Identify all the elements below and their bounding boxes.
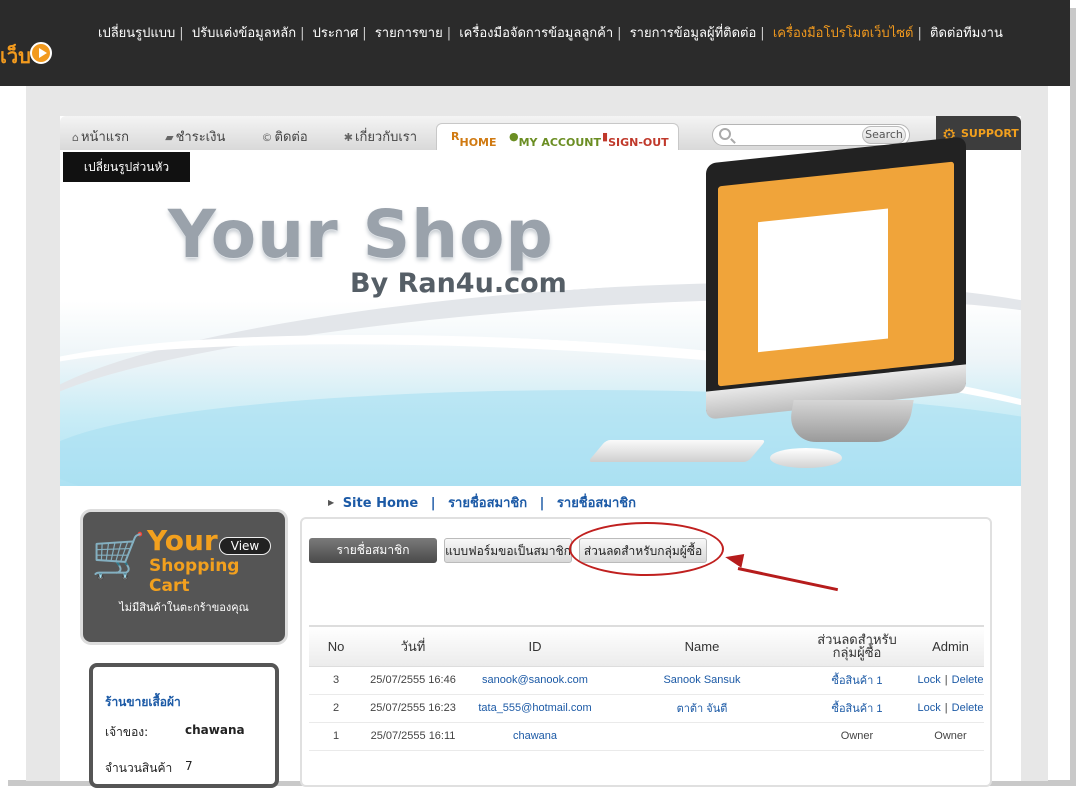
delete-link[interactable]: Delete <box>952 702 984 714</box>
cell-discount[interactable]: ซื้อสินค้า 1 <box>797 694 917 723</box>
search-button[interactable]: Search <box>862 126 906 144</box>
cell-discount[interactable]: ซื้อสินค้า 1 <box>797 666 917 695</box>
my-account-link[interactable]: ● MY ACCOUNT <box>509 130 601 149</box>
nav-contact[interactable]: © ติดต่อ <box>262 130 324 145</box>
menu-change-theme[interactable]: เปลี่ยนรูปแบบ <box>98 26 175 41</box>
breadcrumb-arrow-icon: ▶ <box>328 498 335 507</box>
shopping-cart-widget: 🛒 Your Shopping Cart View ไม่มีสินค้าในต… <box>83 512 285 642</box>
shop-name[interactable]: ร้านขายเสื้อผ้า <box>105 693 181 712</box>
col-id: ID <box>463 625 607 667</box>
cell-admin: Lock | Delete <box>917 666 984 695</box>
breadcrumb-site-home[interactable]: Site Home <box>343 496 419 511</box>
page-shadow-right <box>1070 8 1076 786</box>
tab-members[interactable]: รายชื่อสมาชิก <box>309 538 437 563</box>
owner-label: เจ้าของ: <box>105 725 149 739</box>
admin-menu: เปลี่ยนรูปแบบ | ปรับแต่งข้อมูลหลัก | ประกา… <box>98 26 1003 41</box>
cell-id[interactable]: sanook@sanook.com <box>463 666 607 695</box>
product-count-label: จำนวนสินค้า <box>105 761 173 775</box>
admin-topbar: เว็บ เปลี่ยนรูปแบบ | ปรับแต่งข้อมูลหลัก | … <box>0 0 1070 86</box>
mouse-image <box>770 448 842 468</box>
monitor-stand-image <box>786 400 914 442</box>
breadcrumb-members[interactable]: รายชื่อสมาชิก <box>448 496 527 511</box>
breadcrumb: ▶ Site Home | รายชื่อสมาชิก | รายชื่อสมา… <box>328 496 636 511</box>
cart-icon: 🛒 <box>91 531 146 582</box>
table-row: 2 25/07/2555 16:23 tata_555@hotmail.com … <box>309 694 984 723</box>
cart-your-label: Your <box>147 524 218 557</box>
col-admin: Admin <box>917 625 984 667</box>
cart-shopping-cart-label: Shopping Cart <box>149 556 240 596</box>
phone-icon: © <box>261 131 273 144</box>
shop-info-box: ร้านขายเสื้อผ้า เจ้าของ: chawana จำนวนสิ… <box>89 663 279 788</box>
banner-title: Your Shop <box>168 196 554 273</box>
members-table: No วันที่ ID Name ส่วนลดสำหรับกลุ่มผู้ซื… <box>309 625 984 751</box>
cell-no: 2 <box>309 694 363 723</box>
table-row: 3 25/07/2555 16:46 sanook@sanook.com San… <box>309 666 984 695</box>
search-icon <box>719 128 731 140</box>
product-count-value: 7 <box>185 759 193 773</box>
cell-name[interactable]: Sanook Sansuk <box>607 666 797 695</box>
nav-about-label: เกี่ยวกับเรา <box>355 130 418 145</box>
cell-discount: Owner <box>797 722 917 751</box>
cart-empty-message: ไม่มีสินค้าในตะกร้าของคุณ <box>119 601 249 614</box>
menu-sales[interactable]: รายการขาย <box>375 26 443 41</box>
keyboard-image <box>587 440 767 462</box>
monitor-image <box>706 136 966 420</box>
lock-link[interactable]: Lock <box>918 702 941 714</box>
col-date: วันที่ <box>363 625 463 667</box>
col-no: No <box>309 625 363 667</box>
change-header-button[interactable]: เปลี่ยนรูปส่วนหัว <box>63 152 190 182</box>
sign-out-label: SIGN-OUT <box>608 136 669 149</box>
my-account-label: MY ACCOUNT <box>518 136 602 149</box>
cell-no: 1 <box>309 722 363 751</box>
home-icon: ⌂ <box>72 131 79 144</box>
menu-contacts[interactable]: รายการข้อมูลผู้ที่ติดต่อ <box>630 26 757 41</box>
play-icon[interactable] <box>30 42 52 64</box>
cell-name[interactable]: ตาต้า จันตี <box>607 694 797 723</box>
owner-value: chawana <box>185 723 245 737</box>
admin-logo-text: เว็บ <box>0 44 31 68</box>
breadcrumb-members-current[interactable]: รายชื่อสมาชิก <box>557 496 636 511</box>
sign-out-link[interactable]: ▮ SIGN-OUT <box>602 130 669 149</box>
cell-id[interactable]: tata_555@hotmail.com <box>463 694 607 723</box>
cell-name[interactable] <box>607 722 797 751</box>
nav-home[interactable]: ⌂ หน้าแรก <box>72 130 145 145</box>
cell-date: 25/07/2555 16:11 <box>363 722 463 751</box>
col-discount: ส่วนลดสำหรับกลุ่มผู้ซื้อ <box>797 625 917 667</box>
account-tab: R HOME ● MY ACCOUNT ▮ SIGN-OUT <box>436 123 679 150</box>
cell-no: 3 <box>309 666 363 695</box>
table-header-row: No วันที่ ID Name ส่วนลดสำหรับกลุ่มผู้ซื… <box>309 625 984 667</box>
highlight-ellipse <box>569 522 724 576</box>
menu-customer-tools[interactable]: เครื่องมือจัดการข้อมูลลูกค้า <box>459 26 613 41</box>
nav-about[interactable]: ✱ เกี่ยวกับเรา <box>344 130 433 145</box>
about-icon: ✱ <box>343 131 353 144</box>
cart-view-button[interactable]: View <box>219 537 271 555</box>
table-row: 1 25/07/2555 16:11 chawana Owner Owner <box>309 722 984 751</box>
lock-link[interactable]: Lock <box>918 674 941 686</box>
col-name: Name <box>607 625 797 667</box>
nav-payment-label: ชำระเงิน <box>175 130 226 145</box>
cell-date: 25/07/2555 16:23 <box>363 694 463 723</box>
nav-home-label: หน้าแรก <box>80 130 129 145</box>
col-discount-label: ส่วนลดสำหรับกลุ่มผู้ซื้อ <box>817 631 897 660</box>
nav-contact-label: ติดต่อ <box>274 130 308 145</box>
cell-id[interactable]: chawana <box>463 722 607 751</box>
nav-payment[interactable]: ▰ ชำระเงิน <box>165 130 241 145</box>
cell-admin: Owner <box>917 722 984 751</box>
menu-contact-team[interactable]: ติดต่อทีมงาน <box>930 26 1003 41</box>
search-input[interactable] <box>737 128 861 142</box>
banner-subtitle: By Ran4u.com <box>350 268 567 299</box>
delete-link[interactable]: Delete <box>952 674 984 686</box>
cell-date: 25/07/2555 16:46 <box>363 666 463 695</box>
menu-announcements[interactable]: ประกาศ <box>313 26 359 41</box>
payment-icon: ▰ <box>165 131 174 144</box>
tab-signup-form[interactable]: แบบฟอร์มขอเป็นสมาชิก <box>444 538 572 563</box>
cell-admin: Lock | Delete <box>917 694 984 723</box>
account-home-link[interactable]: R HOME <box>451 130 497 149</box>
support-label: SUPPORT <box>961 127 1019 140</box>
menu-promote-tools[interactable]: เครื่องมือโปรโมตเว็บไซต์ <box>773 26 914 41</box>
menu-main-settings[interactable]: ปรับแต่งข้อมูลหลัก <box>192 26 296 41</box>
home-link-label: HOME <box>459 136 497 149</box>
